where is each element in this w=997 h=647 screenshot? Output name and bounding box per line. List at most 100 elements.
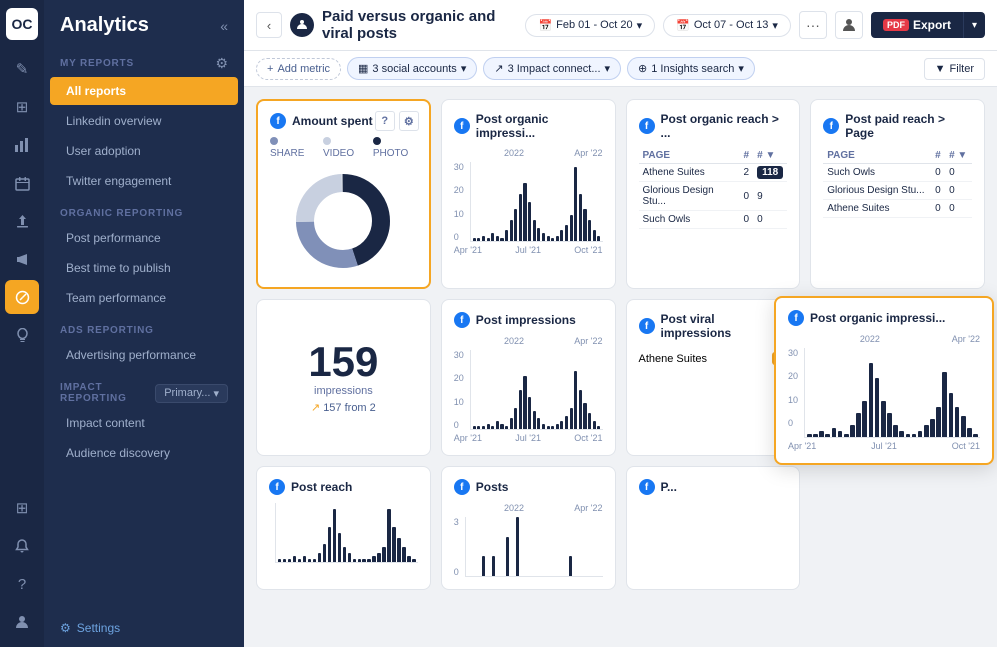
pdf-label: PDF xyxy=(883,19,909,31)
sidebar-item-audience-discovery[interactable]: Audience discovery xyxy=(50,439,238,467)
bulb-icon[interactable] xyxy=(5,318,39,352)
popup-chart-header: 2022 Apr '22 xyxy=(788,334,980,344)
fb-icon-popup: f xyxy=(788,310,804,326)
impact-reporting-label: IMPACT REPORTING xyxy=(60,382,155,404)
y-axis-2: 3020100 xyxy=(454,350,468,430)
table-row: Such Owls 0 0 xyxy=(823,164,972,182)
third-row-card: f P... xyxy=(626,466,801,590)
bar-chart-icon[interactable] xyxy=(5,128,39,162)
add-metric-btn[interactable]: + Add metric xyxy=(256,58,341,80)
table-row: Glorious Design Stu... 0 9 xyxy=(639,182,788,211)
viral-page-name: Athene Suites xyxy=(639,353,708,365)
post-reach-y-axis xyxy=(269,503,273,563)
post-impressions-card: f Post impressions 2022 Apr '22 3020100 xyxy=(441,299,616,456)
app-logo[interactable]: OC xyxy=(6,8,38,40)
sidebar-item-all-reports[interactable]: All reports xyxy=(50,77,238,105)
posts-chart-header: 2022 Apr '22 xyxy=(454,503,603,513)
organic-reach-table: PAGE # # ▼ Athene Suites 2 118 xyxy=(639,148,788,229)
sidebar-item-impact-content[interactable]: Impact content xyxy=(50,409,238,437)
chart-header-2: 2022 Apr '22 xyxy=(454,336,603,346)
impressions-label: impressions xyxy=(314,385,373,397)
impact-connect-btn[interactable]: ↗ 3 Impact connect... ▾ xyxy=(483,57,621,80)
fb-icon-5: f xyxy=(454,312,470,328)
user-btn[interactable] xyxy=(835,11,863,39)
nav-sidebar: Analytics « MY REPORTS ⚙ All reports Lin… xyxy=(44,0,244,647)
table-row: Athene Suites 2 118 xyxy=(639,164,788,182)
row-2: 159 impressions ↗ 157 from 2 f Post impr… xyxy=(256,299,985,456)
upload-icon[interactable] xyxy=(5,204,39,238)
col-page-2: PAGE xyxy=(823,148,931,164)
y-axis: 3020100 xyxy=(454,162,468,242)
popup-title: f Post organic impressi... xyxy=(788,310,980,326)
impressions-delta: ↗ 157 from 2 xyxy=(311,401,376,414)
chevron-down-icon: ▾ xyxy=(605,62,611,75)
third-row-title: f P... xyxy=(639,479,788,495)
legend-video: VIDEO xyxy=(323,137,363,159)
fb-icon-8: f xyxy=(269,479,285,495)
legend-share: SHARE xyxy=(270,137,313,159)
popup-y-axis: 3020100 xyxy=(788,348,802,428)
grid-icon[interactable]: ⊞ xyxy=(5,90,39,124)
sidebar-item-post-performance[interactable]: Post performance xyxy=(50,224,238,252)
fb-icon-4: f xyxy=(823,118,839,134)
chart-footer-2: Apr '21Jul '21Oct '21 xyxy=(454,433,603,443)
insights-search-btn[interactable]: ⊕ 1 Insights search ▾ xyxy=(627,57,755,80)
location-icon: ⊕ xyxy=(638,62,647,75)
impact-badge[interactable]: Primary... ▾ xyxy=(155,384,228,403)
back-btn[interactable]: ‹ xyxy=(256,12,282,38)
help-icon[interactable]: ? xyxy=(5,567,39,601)
donut-legend: SHARE VIDEO PHOTO xyxy=(270,137,417,159)
table-row: Glorious Design Stu... 0 0 xyxy=(823,182,972,200)
analytics-active-icon[interactable] xyxy=(5,280,39,314)
filter-btn[interactable]: ▼ Filter xyxy=(924,58,985,80)
col-hash-sorted: # ▼ xyxy=(753,148,787,164)
calendar-icon: 📅 xyxy=(538,19,552,32)
sidebar-item-user-adoption[interactable]: User adoption xyxy=(50,137,238,165)
sidebar-item-linkedin[interactable]: Linkedin overview xyxy=(50,107,238,135)
page-favicon xyxy=(290,13,314,37)
more-options-btn[interactable]: ··· xyxy=(799,11,827,39)
impressions-count-card: 159 impressions ↗ 157 from 2 xyxy=(256,299,431,456)
settings-card-btn[interactable]: ⚙ xyxy=(399,111,419,131)
export-group: PDF Export ▾ xyxy=(871,12,985,38)
sidebar-item-advertising[interactable]: Advertising performance xyxy=(50,341,238,369)
popup-chart: 3020100 xyxy=(788,348,980,438)
edit-icon[interactable]: ✎ xyxy=(5,52,39,86)
paid-reach-table: PAGE # # ▼ Such Owls 0 0 xyxy=(823,148,972,218)
post-impressions-title: f Post impressions xyxy=(454,312,603,328)
linkedin-label: Linkedin overview xyxy=(66,114,161,128)
export-dropdown-btn[interactable]: ▾ xyxy=(963,12,985,38)
all-reports-label: All reports xyxy=(66,84,126,98)
bell-icon[interactable] xyxy=(5,529,39,563)
post-reach-chart xyxy=(269,503,418,563)
calendar-icon[interactable] xyxy=(5,166,39,200)
settings-nav-item[interactable]: ⚙ Settings xyxy=(44,609,244,647)
date-range-2-btn[interactable]: 📅 Oct 07 - Oct 13 ▾ xyxy=(663,14,791,37)
col-hash-sorted-2: # ▼ xyxy=(945,148,972,164)
nav-collapse-btn[interactable]: « xyxy=(220,18,228,34)
sidebar-item-best-time[interactable]: Best time to publish xyxy=(50,254,238,282)
megaphone-icon[interactable] xyxy=(5,242,39,276)
sidebar-item-team-performance[interactable]: Team performance xyxy=(50,284,238,312)
post-organic-impressions-card: f Post organic impressi... 2022 Apr '22 … xyxy=(441,99,616,289)
calendar-icon-2: 📅 xyxy=(676,19,690,32)
donut-chart xyxy=(270,167,417,275)
bar-chart-area xyxy=(470,162,603,242)
sidebar-item-twitter[interactable]: Twitter engagement xyxy=(50,167,238,195)
user-avatar-icon[interactable] xyxy=(5,605,39,639)
ads-reporting-label: ADS REPORTING xyxy=(44,313,244,340)
date-range-1-btn[interactable]: 📅 Feb 01 - Oct 20 ▾ xyxy=(525,14,655,37)
social-accounts-btn[interactable]: ▦ 3 social accounts ▾ xyxy=(347,57,477,80)
fb-icon-9: f xyxy=(454,479,470,495)
settings-gear-icon[interactable]: ⚙ xyxy=(215,55,228,72)
fb-icon: f xyxy=(270,113,286,129)
organic-reporting-label: ORGANIC REPORTING xyxy=(44,196,244,223)
chart-header: 2022 Apr '22 xyxy=(454,148,603,158)
row-1: f Amount spent ? ⚙ SHARE VIDEO PHOTO xyxy=(256,99,985,289)
col-page: PAGE xyxy=(639,148,740,164)
apps-icon[interactable]: ⊞ xyxy=(5,491,39,525)
row-3: f Post reach f xyxy=(256,466,985,590)
help-card-btn[interactable]: ? xyxy=(375,111,395,131)
export-btn[interactable]: PDF Export xyxy=(871,12,963,38)
my-reports-label: MY REPORTS xyxy=(60,58,134,69)
